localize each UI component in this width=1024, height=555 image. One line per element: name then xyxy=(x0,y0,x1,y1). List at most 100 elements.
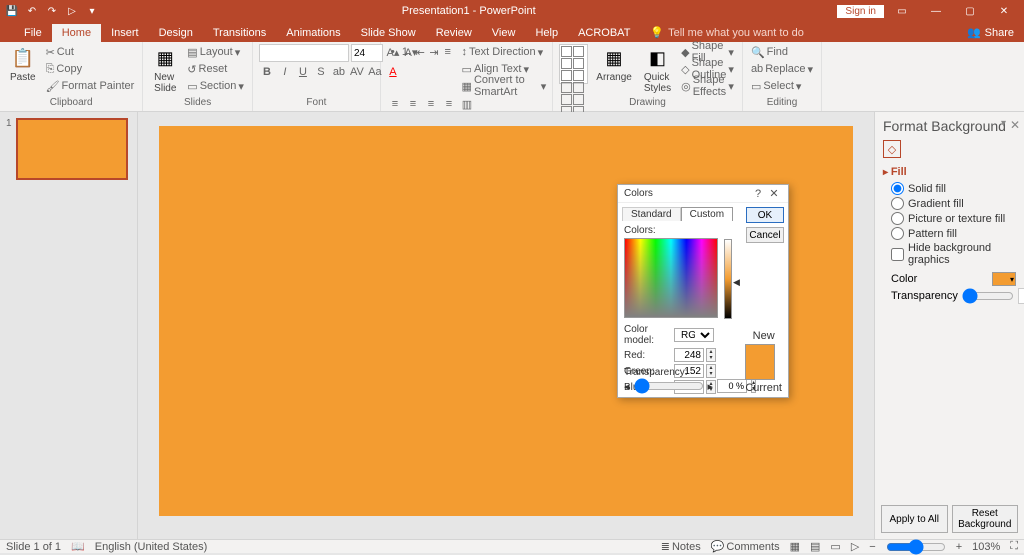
bullets-icon[interactable]: • xyxy=(387,44,399,60)
dialog-help-icon[interactable]: ? xyxy=(750,188,766,200)
select-button[interactable]: ▭Select ▾ xyxy=(749,78,815,94)
arrange-button[interactable]: ▦ Arrange xyxy=(592,44,636,85)
notes-button[interactable]: ≣Notes xyxy=(661,540,701,553)
text-direction-button[interactable]: ↕Text Direction ▾ xyxy=(460,44,549,60)
reading-view-icon[interactable]: ▭ xyxy=(830,540,840,553)
dialog-close-icon[interactable]: ✕ xyxy=(766,187,782,200)
picture-fill-radio[interactable]: Picture or texture fill xyxy=(891,212,1016,225)
hide-bg-checkbox[interactable]: Hide background graphics xyxy=(891,242,1016,266)
save-icon[interactable]: 💾 xyxy=(4,3,20,19)
share-button[interactable]: 👥 Share xyxy=(957,23,1024,42)
qat-dropdown-icon[interactable]: ▾ xyxy=(84,3,100,19)
slide-thumbnail-1[interactable] xyxy=(16,118,128,180)
find-button[interactable]: 🔍Find xyxy=(749,44,815,60)
tab-design[interactable]: Design xyxy=(149,24,203,42)
slideshow-view-icon[interactable]: ▷ xyxy=(851,540,859,553)
align-left-icon[interactable]: ≡ xyxy=(387,96,403,112)
color-model-select[interactable]: RGB xyxy=(674,328,714,342)
trans-track-left-icon[interactable]: ◂ xyxy=(624,380,630,393)
apply-to-all-button[interactable]: Apply to All xyxy=(881,505,948,533)
fill-section-title[interactable]: ▸ Fill xyxy=(883,166,1016,178)
luminance-strip[interactable] xyxy=(724,239,732,319)
shapes-gallery[interactable] xyxy=(559,44,588,84)
fit-window-icon[interactable]: ⛶ xyxy=(1010,540,1018,553)
transparency-slider[interactable] xyxy=(962,288,1014,304)
copy-button[interactable]: ⎘Copy xyxy=(44,61,137,77)
spellcheck-icon[interactable]: 📖 xyxy=(71,540,85,553)
normal-view-icon[interactable]: ▦ xyxy=(790,540,800,553)
redo-icon[interactable]: ↷ xyxy=(44,3,60,19)
close-icon[interactable]: ✕ xyxy=(988,0,1020,22)
language-indicator[interactable]: English (United States) xyxy=(95,541,208,553)
convert-smartart-button[interactable]: ▦Convert to SmartArt ▾ xyxy=(460,78,549,94)
zoom-slider[interactable] xyxy=(886,539,946,555)
section-button[interactable]: ▭Section ▾ xyxy=(185,78,246,94)
new-slide-button[interactable]: ▦ New Slide xyxy=(149,44,181,96)
tab-custom[interactable]: Custom xyxy=(681,207,733,221)
pane-close-icon[interactable]: ✕ xyxy=(1010,118,1020,132)
transparency-input[interactable] xyxy=(1018,288,1024,304)
color-spectrum[interactable] xyxy=(624,238,718,318)
zoom-in-icon[interactable]: + xyxy=(956,541,962,553)
shape-effects-button[interactable]: ◎Shape Effects ▾ xyxy=(679,78,736,94)
align-right-icon[interactable]: ≡ xyxy=(423,96,439,112)
sign-in-button[interactable]: Sign in xyxy=(837,5,884,18)
align-center-icon[interactable]: ≡ xyxy=(405,96,421,112)
columns-icon[interactable]: ▥ xyxy=(459,96,475,112)
tab-transitions[interactable]: Transitions xyxy=(203,24,276,42)
luminance-marker-icon[interactable]: ◀ xyxy=(733,277,740,288)
shadow-icon[interactable]: ab xyxy=(331,64,347,80)
layout-button[interactable]: ▤Layout ▾ xyxy=(185,44,246,60)
solid-fill-radio[interactable]: Solid fill xyxy=(891,182,1016,195)
trans-track-right-icon[interactable]: ▸ xyxy=(708,380,714,393)
quick-styles-button[interactable]: ◧ Quick Styles xyxy=(640,44,675,96)
tab-help[interactable]: Help xyxy=(525,24,568,42)
pattern-fill-radio[interactable]: Pattern fill xyxy=(891,227,1016,240)
sorter-view-icon[interactable]: ▤ xyxy=(810,540,820,553)
start-slideshow-icon[interactable]: ▷ xyxy=(64,3,80,19)
italic-icon[interactable]: I xyxy=(277,64,293,80)
reset-background-button[interactable]: Reset Background xyxy=(952,505,1019,533)
tab-review[interactable]: Review xyxy=(426,24,482,42)
tab-slideshow[interactable]: Slide Show xyxy=(351,24,426,42)
indent-dec-icon[interactable]: ⇤ xyxy=(414,44,426,60)
color-picker-button[interactable]: ▾ xyxy=(992,272,1016,286)
tab-home[interactable]: Home xyxy=(52,24,101,42)
numbering-icon[interactable]: 1. xyxy=(401,44,413,60)
replace-button[interactable]: abReplace ▾ xyxy=(749,61,815,77)
cut-button[interactable]: ✂Cut xyxy=(44,44,137,60)
spacing-icon[interactable]: AV xyxy=(349,64,365,80)
tab-standard[interactable]: Standard xyxy=(622,207,681,221)
ribbon-options-icon[interactable]: ▭ xyxy=(886,0,918,22)
strike-icon[interactable]: S xyxy=(313,64,329,80)
line-spacing-icon[interactable]: ≡ xyxy=(442,44,454,60)
zoom-level[interactable]: 103% xyxy=(972,541,1000,553)
dialog-titlebar[interactable]: Colors ? ✕ xyxy=(618,185,788,203)
underline-icon[interactable]: U xyxy=(295,64,311,80)
comments-button[interactable]: 💬Comments xyxy=(711,540,780,553)
maximize-icon[interactable]: ▢ xyxy=(954,0,986,22)
tab-animations[interactable]: Animations xyxy=(276,24,350,42)
tab-acrobat[interactable]: ACROBAT xyxy=(568,24,640,42)
reset-button[interactable]: ↺Reset xyxy=(185,61,246,77)
zoom-out-icon[interactable]: − xyxy=(869,541,875,553)
tab-insert[interactable]: Insert xyxy=(101,24,149,42)
fill-bucket-icon[interactable]: ◇ xyxy=(883,140,901,158)
red-input[interactable] xyxy=(674,348,704,362)
slide-counter[interactable]: Slide 1 of 1 xyxy=(6,541,61,553)
red-spinner[interactable]: ▴▾ xyxy=(706,348,716,362)
tab-view[interactable]: View xyxy=(482,24,526,42)
pane-options-icon[interactable]: ▾ xyxy=(1001,118,1006,129)
minimize-icon[interactable]: — xyxy=(920,0,952,22)
undo-icon[interactable]: ↶ xyxy=(24,3,40,19)
font-name-select[interactable] xyxy=(259,44,349,62)
tell-me-search[interactable]: 💡 Tell me what you want to do xyxy=(640,23,813,42)
tab-file[interactable]: File xyxy=(14,24,52,42)
indent-inc-icon[interactable]: ⇥ xyxy=(428,44,440,60)
font-size-select[interactable] xyxy=(351,44,383,62)
gradient-fill-radio[interactable]: Gradient fill xyxy=(891,197,1016,210)
format-painter-button[interactable]: 🖌Format Painter xyxy=(44,78,137,94)
justify-icon[interactable]: ≡ xyxy=(441,96,457,112)
paste-button[interactable]: 📋 Paste xyxy=(6,44,40,85)
bold-icon[interactable]: B xyxy=(259,64,275,80)
